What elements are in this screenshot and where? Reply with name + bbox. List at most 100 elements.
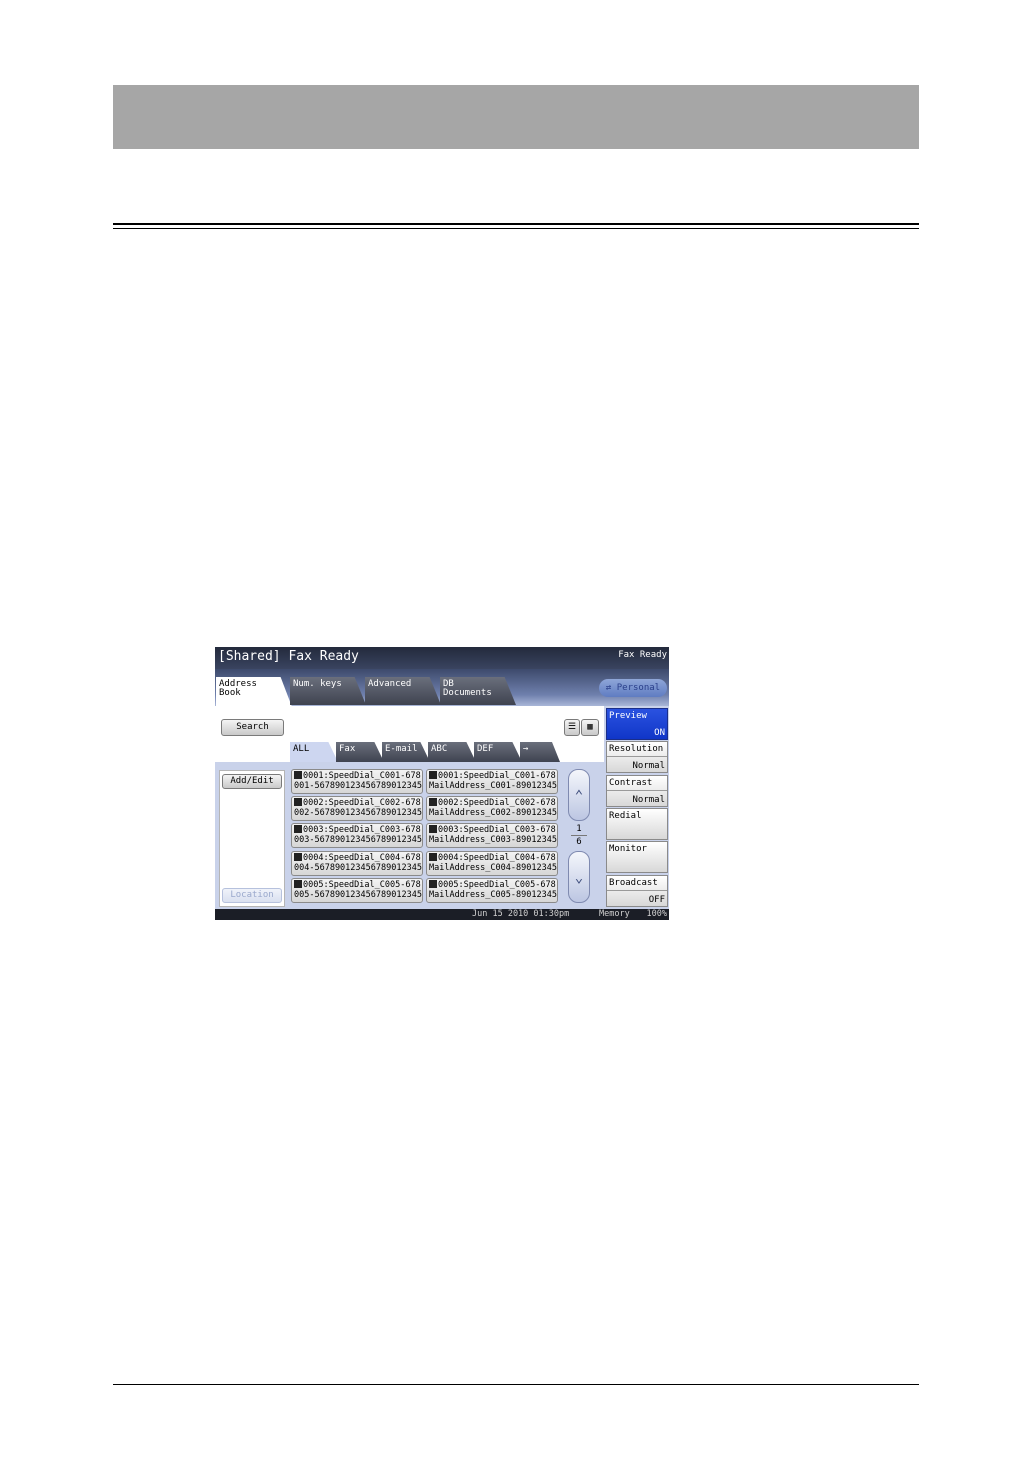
list-item[interactable]: 0002:SpeedDial_C002-678 MailAddress_C002… bbox=[426, 796, 558, 821]
redial-label: Redial bbox=[609, 811, 642, 821]
tab-advanced[interactable]: Advanced bbox=[365, 677, 441, 705]
resolution-button[interactable]: Resolution Normal bbox=[606, 741, 668, 773]
list-item[interactable]: 0001:SpeedDial_C001-678 001-567890123456… bbox=[291, 769, 423, 794]
broadcast-label: Broadcast bbox=[609, 878, 658, 888]
tab-label: Book bbox=[219, 688, 241, 698]
scroll-up-button[interactable]: ⌃ bbox=[568, 769, 590, 821]
chevron-down-icon: ⌄ bbox=[574, 870, 584, 886]
entry-name: 0002:SpeedDial_C002-678 bbox=[438, 798, 556, 808]
swap-arrow-icon: ⇄ bbox=[605, 683, 617, 693]
footer-rule bbox=[113, 1384, 919, 1385]
fax-icon bbox=[294, 825, 302, 833]
entry-name: 0001:SpeedDial_C001-678 bbox=[438, 771, 556, 781]
page-current: 1 bbox=[576, 824, 582, 834]
datetime: Jun 15 2010 01:30pm bbox=[472, 909, 570, 919]
fax-icon bbox=[294, 853, 302, 861]
tab-db-documents[interactable]: DB Documents bbox=[440, 677, 516, 705]
tab-num-keys[interactable]: Num. keys bbox=[290, 677, 366, 705]
contrast-label: Contrast bbox=[609, 778, 653, 788]
tab-address-book[interactable]: Address Book bbox=[216, 677, 292, 707]
fax-icon bbox=[294, 880, 302, 888]
grid-view-icon[interactable]: ▦ bbox=[581, 719, 599, 736]
email-icon bbox=[429, 798, 437, 806]
list-item[interactable]: 0005:SpeedDial_C005-678 MailAddress_C005… bbox=[426, 878, 558, 903]
location-button[interactable]: Location bbox=[222, 888, 282, 903]
list-item[interactable]: 0004:SpeedDial_C004-678 004-567890123456… bbox=[291, 851, 423, 876]
broadcast-button[interactable]: Broadcast OFF bbox=[606, 875, 668, 907]
entry-name: 0005:SpeedDial_C005-678 bbox=[438, 880, 556, 890]
entry-name: 0005:SpeedDial_C005-678 bbox=[303, 880, 421, 890]
preview-button[interactable]: Preview ON bbox=[606, 708, 668, 740]
fax-screen: [Shared] Fax Ready Fax Ready Address Boo… bbox=[215, 647, 669, 920]
filter-tab-def[interactable]: DEF bbox=[474, 742, 522, 762]
filter-next-arrow-icon[interactable]: → bbox=[520, 742, 560, 762]
entry-number: 005-5678901234567890123​45 bbox=[294, 890, 422, 900]
list-item[interactable]: 0004:SpeedDial_C004-678 MailAddress_C004… bbox=[426, 851, 558, 876]
email-icon bbox=[429, 771, 437, 779]
scroll-down-button[interactable]: ⌄ bbox=[568, 851, 590, 903]
email-icon bbox=[429, 825, 437, 833]
fax-icon bbox=[294, 771, 302, 779]
status-bar: Jun 15 2010 01:30pm Memory 100% bbox=[215, 909, 669, 920]
entry-number: 001-5678901234567890123​45 bbox=[294, 781, 422, 791]
section-rule bbox=[113, 223, 919, 225]
filter-tab-all[interactable]: ALL bbox=[290, 742, 338, 762]
entry-name: 0003:SpeedDial_C003-678 bbox=[438, 825, 556, 835]
resolution-value: Normal bbox=[632, 761, 665, 771]
title-bar: [Shared] Fax Ready Fax Ready bbox=[215, 647, 669, 669]
filter-tab-fax[interactable]: Fax bbox=[336, 742, 384, 762]
personal-button[interactable]: ⇄ Personal bbox=[599, 679, 667, 697]
entry-name: 0001:SpeedDial_C001-678 bbox=[303, 771, 421, 781]
chevron-up-icon: ⌃ bbox=[574, 788, 584, 804]
contrast-button[interactable]: Contrast Normal bbox=[606, 775, 668, 807]
fax-icon bbox=[294, 798, 302, 806]
entry-address: MailAddress_C001-89012345 bbox=[429, 781, 557, 791]
page-header-bar bbox=[113, 85, 919, 149]
monitor-button[interactable]: Monitor bbox=[606, 841, 668, 873]
page-total: 6 bbox=[576, 837, 582, 847]
monitor-label: Monitor bbox=[609, 844, 647, 854]
entry-address: MailAddress_C002-89012345 bbox=[429, 808, 557, 818]
broadcast-value: OFF bbox=[648, 895, 665, 905]
page-divider bbox=[571, 835, 587, 836]
entry-address: MailAddress_C005-89012345 bbox=[429, 890, 557, 900]
entry-number: 002-5678901234567890123​45 bbox=[294, 808, 422, 818]
email-icon bbox=[429, 880, 437, 888]
personal-label: Personal bbox=[616, 683, 661, 693]
screen-title: [Shared] Fax Ready bbox=[218, 649, 359, 664]
contrast-value: Normal bbox=[632, 795, 665, 805]
add-edit-button[interactable]: Add/Edit bbox=[222, 774, 282, 789]
search-button[interactable]: Search bbox=[221, 719, 284, 736]
resolution-label: Resolution bbox=[609, 744, 664, 754]
filter-tab-email[interactable]: E-mail bbox=[382, 742, 430, 762]
entry-name: 0003:SpeedDial_C003-678 bbox=[303, 825, 421, 835]
entry-name: 0004:SpeedDial_C004-678 bbox=[303, 853, 421, 863]
entry-name: 0004:SpeedDial_C004-678 bbox=[438, 853, 556, 863]
tab-label: Advanced bbox=[368, 679, 412, 689]
preview-value: ON bbox=[654, 728, 665, 738]
preview-label: Preview bbox=[609, 711, 647, 721]
tab-label: Documents bbox=[443, 688, 492, 698]
status-text: Fax Ready bbox=[618, 650, 667, 660]
entry-address: MailAddress_C004-89012345 bbox=[429, 863, 557, 873]
list-item[interactable]: 0003:SpeedDial_C003-678 003-567890123456… bbox=[291, 823, 423, 848]
list-item[interactable]: 0005:SpeedDial_C005-678 005-567890123456… bbox=[291, 878, 423, 903]
side-settings-panel: Preview ON Resolution Normal Contrast No… bbox=[604, 706, 669, 909]
section-rule-thin bbox=[113, 228, 919, 229]
redial-button[interactable]: Redial bbox=[606, 808, 668, 840]
list-item[interactable]: 0003:SpeedDial_C003-678 MailAddress_C003… bbox=[426, 823, 558, 848]
page-scroller: ⌃ 1 6 ⌄ bbox=[568, 769, 590, 910]
entry-number: 004-5678901234567890123​45 bbox=[294, 863, 422, 873]
tab-label: Num. keys bbox=[293, 679, 342, 689]
entry-address: MailAddress_C003-89012345 bbox=[429, 835, 557, 845]
list-item[interactable]: 0002:SpeedDial_C002-678 002-567890123456… bbox=[291, 796, 423, 821]
filter-tab-abc[interactable]: ABC bbox=[428, 742, 476, 762]
filter-tabs: ALL Fax E-mail ABC DEF → bbox=[290, 742, 604, 762]
list-view-icon[interactable]: ☰ bbox=[564, 719, 580, 736]
location-panel: Add/Edit Location bbox=[219, 770, 285, 907]
memory-value: 100% bbox=[646, 909, 667, 919]
memory-label: Memory bbox=[599, 909, 630, 919]
entry-name: 0002:SpeedDial_C002-678 bbox=[303, 798, 421, 808]
list-item[interactable]: 0001:SpeedDial_C001-678 MailAddress_C001… bbox=[426, 769, 558, 794]
entry-number: 003-5678901234567890123​45 bbox=[294, 835, 422, 845]
